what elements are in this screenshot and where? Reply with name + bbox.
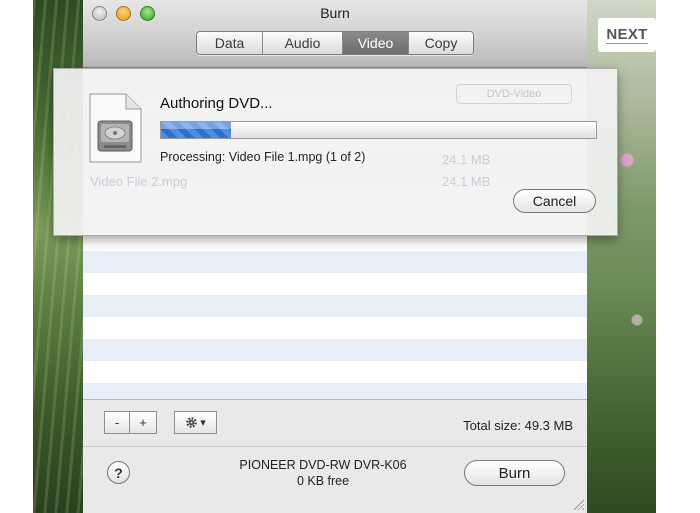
background-format-popup: DVD-Video — [456, 84, 572, 104]
tab-bar: Data Audio Video Copy — [196, 31, 474, 55]
list-stripe — [83, 383, 587, 399]
tab-audio[interactable]: Audio — [263, 32, 343, 54]
help-button[interactable]: ? — [107, 461, 130, 484]
background-row-size: 24.1 MB — [442, 152, 491, 167]
cancel-button[interactable]: Cancel — [513, 189, 596, 213]
window-title: Burn — [320, 5, 350, 21]
burn-button[interactable]: Burn — [464, 460, 565, 486]
add-button[interactable]: + — [130, 411, 157, 434]
progress-bar — [160, 121, 597, 139]
action-menu-button[interactable]: ▾ — [174, 411, 217, 434]
screen: NEXT Burn Data Audio Video Copy - + ▾ To… — [0, 0, 700, 513]
list-stripe — [83, 251, 587, 273]
disc-image-document-icon — [89, 93, 142, 163]
sheet-title: Authoring DVD... — [160, 95, 273, 112]
next-button[interactable]: NEXT — [598, 18, 656, 52]
progress-status: Processing: Video File 1.mpg (1 of 2) — [160, 150, 366, 164]
chevron-down-icon: ▾ — [200, 417, 206, 429]
progress-bar-fill — [161, 122, 231, 138]
list-stripe — [83, 339, 587, 361]
list-stripe — [83, 295, 587, 317]
title-bar[interactable]: Burn Data Audio Video Copy — [83, 0, 587, 68]
drive-info: PIONEER DVD-RW DVR-K06 0 KB free — [223, 457, 423, 489]
next-label: NEXT — [606, 25, 648, 44]
gear-icon — [186, 417, 198, 428]
tab-video[interactable]: Video — [343, 32, 409, 54]
divider — [83, 446, 587, 447]
background-row-size: 24.1 MB — [442, 174, 491, 189]
remove-button[interactable]: - — [104, 411, 130, 434]
background-row-name: Video File 2.mpg — [90, 174, 188, 189]
total-size-label: Total size: 49.3 MB — [463, 418, 573, 433]
drive-free-space: 0 KB free — [296, 474, 350, 488]
drive-name: PIONEER DVD-RW DVR-K06 — [239, 458, 407, 472]
resize-grip-icon[interactable] — [573, 499, 584, 510]
tab-copy[interactable]: Copy — [409, 32, 473, 54]
tab-data[interactable]: Data — [197, 32, 263, 54]
progress-sheet: DVD-Video 24.1 MB Video File 2.mpg 24.1 … — [53, 68, 618, 236]
bottom-bar: - + ▾ Total size: 49.3 MB ? PIONEER DVD-… — [83, 399, 587, 513]
